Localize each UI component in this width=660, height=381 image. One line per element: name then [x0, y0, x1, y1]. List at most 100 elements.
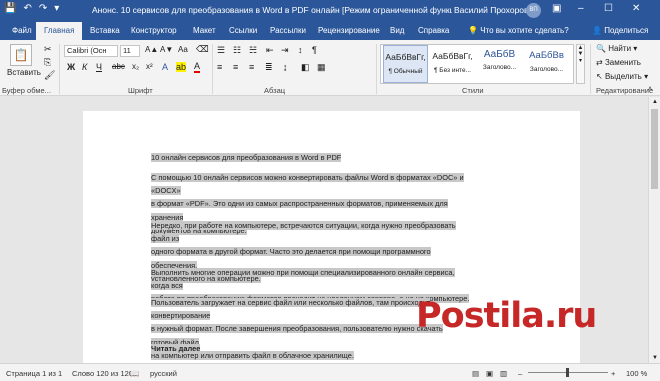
strikethrough-icon[interactable]: abc — [112, 62, 125, 71]
format-painter-icon[interactable]: 🖌 — [44, 70, 55, 81]
superscript-icon[interactable]: x² — [146, 62, 153, 71]
cut-icon[interactable]: ✂ — [44, 44, 52, 55]
watermark-logo: Postila.ru — [416, 296, 597, 336]
doc-paragraph: 10 онлайн сервисов для преобразования в … — [151, 153, 342, 162]
user-name[interactable]: Василий Прохоров — [454, 5, 529, 15]
zoom-level[interactable]: 100 % — [626, 369, 647, 378]
style-heading-1[interactable]: АаБбВ Заголово... — [477, 45, 522, 83]
borders-icon[interactable]: ▦ — [317, 62, 326, 73]
zoom-in-button[interactable]: + — [611, 369, 615, 378]
lightbulb-icon: 💡 — [468, 26, 478, 35]
scroll-down-icon[interactable]: ▼ — [652, 355, 658, 361]
style-normal[interactable]: АаБбВвГг, ¶ Обычный — [383, 45, 428, 83]
tab-mailings[interactable]: Рассылки — [270, 26, 306, 35]
ribbon: 📋 Вставить ✂ ⎘ 🖌 Буфер обме... Calibri (… — [0, 40, 660, 96]
proofing-icon[interactable]: 📖 — [130, 369, 139, 378]
align-center-icon[interactable]: ≡ — [233, 62, 238, 72]
numbering-icon[interactable]: ☷ — [233, 45, 241, 56]
show-marks-icon[interactable]: ¶ — [312, 45, 317, 55]
font-name-combo[interactable]: Calibri (Осн — [64, 45, 118, 57]
tab-design[interactable]: Конструктор — [131, 26, 177, 35]
ribbon-tabs: Файл Главная Вставка Конструктор Макет С… — [0, 22, 660, 40]
scroll-up-icon[interactable]: ▲ — [652, 99, 658, 105]
minimize-button[interactable]: – — [578, 3, 584, 14]
tab-layout[interactable]: Макет — [193, 26, 216, 35]
search-icon: 🔍 — [596, 44, 606, 53]
underline-button[interactable]: Ч — [96, 62, 102, 72]
doc-paragraph: Читать далее — [151, 344, 201, 353]
tab-file[interactable]: Файл — [12, 26, 32, 35]
undo-icon[interactable]: ↶ — [23, 3, 31, 14]
group-divider — [59, 44, 60, 94]
increase-indent-icon[interactable]: ⇥ — [281, 45, 289, 56]
group-divider — [212, 44, 213, 94]
editing-group-label: Редактирование — [596, 86, 654, 95]
customize-qat-icon[interactable]: ▾ — [54, 3, 59, 14]
tab-home[interactable]: Главная — [36, 22, 83, 40]
style-no-spacing[interactable]: АаБбВвГг, ¶ Без инте... — [430, 45, 475, 83]
styles-group-label: Стили — [462, 86, 484, 95]
window-title: Анонс. 10 сервисов для преобразования в … — [92, 5, 452, 15]
line-spacing-icon[interactable]: ↨ — [283, 62, 288, 72]
decrease-indent-icon[interactable]: ⇤ — [266, 45, 274, 56]
maximize-button[interactable]: ☐ — [604, 3, 613, 14]
select-button[interactable]: ↖ Выделить ▾ — [596, 72, 648, 81]
replace-button[interactable]: ⇄ Заменить — [596, 58, 641, 67]
save-icon[interactable]: 💾 — [4, 3, 16, 14]
tell-me-search[interactable]: 💡 Что вы хотите сделать? — [468, 26, 569, 35]
redo-icon[interactable]: ↷ — [39, 3, 47, 14]
paragraph-group-label: Абзац — [264, 86, 286, 95]
clear-formatting-icon[interactable]: ⌫ — [196, 44, 209, 55]
multilevel-list-icon[interactable]: ☵ — [249, 45, 257, 56]
status-bar: Страница 1 из 1 Слово 120 из 120 📖 русск… — [0, 363, 660, 381]
ribbon-display-options-icon[interactable]: ▣ — [552, 3, 561, 14]
bold-button[interactable]: Ж — [67, 62, 75, 72]
shading-icon[interactable]: ◧ — [301, 62, 310, 73]
align-right-icon[interactable]: ≡ — [249, 62, 254, 72]
close-button[interactable]: ✕ — [632, 3, 640, 14]
zoom-slider-thumb[interactable] — [566, 368, 569, 377]
clipboard-icon[interactable]: 📋 — [10, 44, 32, 66]
grow-font-icon[interactable]: A▲ — [145, 45, 158, 54]
group-divider — [376, 44, 377, 94]
styles-gallery-scroll[interactable]: ▲ ▼ ▾ — [576, 44, 585, 84]
select-arrow-icon: ↖ — [596, 72, 603, 81]
align-left-icon[interactable]: ≡ — [217, 62, 222, 72]
web-layout-icon[interactable]: ▥ — [500, 369, 507, 378]
zoom-out-button[interactable]: – — [518, 369, 522, 378]
justify-icon[interactable]: ≣ — [265, 62, 273, 73]
text-effects-icon[interactable]: A — [162, 62, 168, 72]
share-button[interactable]: 👤 Поделиться — [592, 26, 648, 35]
title-bar: 💾 ↶ ↷ ▾ Анонс. 10 сервисов для преобразо… — [0, 0, 660, 22]
font-color-icon[interactable]: A — [194, 62, 201, 73]
change-case-icon[interactable]: Aa — [178, 45, 188, 54]
copy-icon[interactable]: ⎘ — [44, 57, 51, 68]
vertical-scrollbar[interactable]: ▲ ▼ — [648, 97, 660, 363]
word-count[interactable]: Слово 120 из 120 — [72, 369, 133, 378]
bullets-icon[interactable]: ☰ — [217, 45, 225, 56]
collapse-ribbon-icon[interactable]: ˄ — [648, 86, 652, 93]
style-heading-2[interactable]: АаБбВв Заголово... — [524, 45, 569, 83]
subscript-icon[interactable]: x₂ — [132, 62, 139, 71]
language[interactable]: русский — [150, 369, 177, 378]
avatar[interactable]: ВП — [526, 3, 541, 18]
sort-icon[interactable]: ↕ — [298, 45, 303, 55]
person-icon: 👤 — [592, 26, 602, 35]
font-size-combo[interactable]: 11 — [120, 45, 140, 57]
tab-view[interactable]: Вид — [390, 26, 404, 35]
page-count[interactable]: Страница 1 из 1 — [6, 369, 62, 378]
highlight-icon[interactable]: ab — [176, 62, 187, 72]
tab-references[interactable]: Ссылки — [229, 26, 257, 35]
tab-review[interactable]: Рецензирование — [318, 26, 380, 35]
read-mode-icon[interactable]: ▤ — [472, 369, 479, 378]
font-group-label: Шрифт — [128, 86, 153, 95]
print-layout-icon[interactable]: ▣ — [486, 369, 493, 378]
find-button[interactable]: 🔍 Найти ▾ — [596, 44, 637, 53]
scroll-thumb[interactable] — [651, 109, 658, 189]
styles-gallery: АаБбВвГг, ¶ Обычный АаБбВвГг, ¶ Без инте… — [380, 44, 574, 84]
italic-button[interactable]: К — [82, 62, 87, 72]
shrink-font-icon[interactable]: A▼ — [160, 45, 173, 54]
paste-button[interactable]: Вставить — [7, 68, 41, 77]
tab-help[interactable]: Справка — [418, 26, 449, 35]
tab-insert[interactable]: Вставка — [90, 26, 120, 35]
